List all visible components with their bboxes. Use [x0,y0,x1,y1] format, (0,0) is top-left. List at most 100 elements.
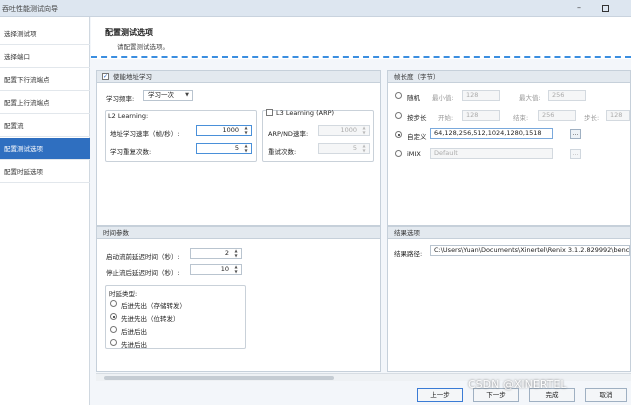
step-end-input[interactable]: 256 [538,110,576,121]
step-start-input[interactable]: 128 [462,110,500,121]
maximize-icon[interactable] [602,5,609,12]
latency-type-title: 时延类型: [109,290,138,298]
spin-arrows-icon[interactable]: ▲ ▼ [242,144,250,153]
address-learning-header: 使能地址学习 [97,71,380,83]
l2-learning-title: L2 Learning: [108,112,149,120]
l3-retry-label: 重试次数: [268,148,297,156]
results-path-value: C:\Users\Yuan\Documents\Xinertel\Renix 3… [434,246,630,254]
custom-radio[interactable] [395,131,402,138]
enable-learning-checkbox[interactable]: ✓ [102,73,109,80]
spin-arrows-icon[interactable]: ▲ ▼ [360,144,368,153]
step-size-value: 128 [610,111,623,119]
step-size-label: 步长: [584,114,600,122]
stop-delay-input[interactable]: 10 ▲ ▼ [190,264,242,275]
results-panel: 结果选项 结果路径: C:\Users\Yuan\Documents\Xiner… [387,226,631,372]
results-path-label: 结果路径: [394,250,423,258]
results-path-input[interactable]: C:\Users\Yuan\Documents\Xinertel\Renix 3… [430,245,630,256]
random-max-input[interactable]: 256 [548,90,586,101]
sidebar: 选择测试项 选择端口 配置下行流端点 配置上行流端点 配置流 配置测试选项 配置… [0,17,90,405]
sidebar-item-latency-options[interactable]: 配置时延选项 [0,161,90,183]
random-max-value: 256 [552,91,565,99]
imix-value: Default [434,149,458,157]
l3-rate-label: ARP/ND速率: [268,130,309,138]
learning-freq-select[interactable]: 学习一次 ▼ [143,90,193,101]
frame-size-title: 帧长度（字节） [394,73,440,81]
imix-label: iMIX [407,150,421,158]
l2-retry-input[interactable]: 5 ▲ ▼ [196,143,252,154]
latency-filo-radio[interactable] [110,339,117,346]
l2-rate-label: 地址学习速率（帧/秒）: [110,130,180,138]
chevron-down-icon: ▼ [185,92,189,98]
learning-freq-value: 学习一次 [148,91,174,99]
l3-learning-checkbox[interactable] [266,109,273,116]
start-delay-input[interactable]: 2 ▲ ▼ [190,248,242,259]
main-content: 配置测试选项 请配置测试选项。 使能地址学习 ✓ 学习频率: 学习一次 ▼ L2… [91,17,631,405]
latency-lifo-store-radio[interactable] [110,300,117,307]
l3-learning-title: L3 Learning (ARP) [276,109,335,117]
spin-arrows-icon[interactable]: ▲ ▼ [360,126,368,135]
watermark: CSDN @XINERTEL [468,378,567,391]
latency-option-label: 先进后出 [121,341,147,349]
custom-label: 自定义 [407,133,427,141]
spin-arrows-icon[interactable]: ▲ ▼ [232,249,240,258]
l2-rate-value: 1000 [222,126,239,134]
latency-fifo-bit-radio[interactable] [110,313,117,320]
page-subtitle: 请配置测试选项。 [117,43,169,51]
custom-sizes-input[interactable]: 64,128,256,512,1024,1280,1518 [430,128,553,139]
sidebar-item-select-port[interactable]: 选择端口 [0,46,90,68]
header-divider [91,56,631,58]
learning-freq-label: 学习频率: [106,95,135,103]
latency-lilo-radio[interactable] [110,326,117,333]
scrollbar-thumb[interactable] [104,376,334,380]
imix-input[interactable]: Default [430,148,553,159]
start-delay-value: 2 [224,249,229,257]
spin-arrows-icon[interactable]: ▲ ▼ [232,265,240,274]
l2-retry-value: 5 [234,144,239,152]
l2-rate-input[interactable]: 1000 ▲ ▼ [196,125,252,136]
custom-browse-button[interactable]: ... [570,129,581,139]
stop-delay-value: 10 [220,265,229,273]
step-end-label: 结束: [513,114,529,122]
address-learning-panel: 使能地址学习 ✓ 学习频率: 学习一次 ▼ L2 Learning: 地址学习速… [96,70,381,226]
imix-browse-button[interactable]: ... [570,149,581,159]
frame-size-header: 帧长度（字节） [388,71,630,83]
l3-retry-value: 5 [352,144,357,152]
step-end-value: 256 [542,111,555,119]
page-header: 配置测试选项 请配置测试选项。 [91,17,631,59]
sidebar-item-upstream-endpoint[interactable]: 配置上行流端点 [0,92,90,114]
step-start-value: 128 [466,111,479,119]
step-radio[interactable] [395,112,402,119]
results-title: 结果选项 [394,229,420,237]
custom-sizes-value: 64,128,256,512,1024,1280,1518 [434,129,542,137]
stop-delay-label: 停止流后延迟时间（秒）: [106,269,180,277]
frame-size-panel: 帧长度（字节） 随机 最小值: 128 最大值: 256 按步长 开始: 128… [387,70,631,226]
latency-option-label: 后进先出（存储转发） [121,302,186,310]
timing-title: 时间参数 [103,229,129,237]
sidebar-item-config-stream[interactable]: 配置流 [0,115,90,137]
sidebar-item-downstream-endpoint[interactable]: 配置下行流端点 [0,69,90,91]
l3-retry-input[interactable]: 5 ▲ ▼ [318,143,370,154]
cancel-button[interactable]: 取消 [585,388,627,402]
minimize-icon[interactable]: – [574,3,584,13]
page-title: 配置测试选项 [105,28,153,37]
imix-radio[interactable] [395,150,402,157]
random-min-value: 128 [466,91,479,99]
prev-button[interactable]: 上一步 [417,388,463,402]
sidebar-item-test-options[interactable]: 配置测试选项 [0,138,90,160]
sidebar-item-select-test[interactable]: 选择测试项 [0,23,90,45]
step-start-label: 开始: [438,114,454,122]
l3-rate-input[interactable]: 1000 ▲ ▼ [318,125,370,136]
l2-retry-label: 学习重复次数: [110,148,152,156]
spin-arrows-icon[interactable]: ▲ ▼ [242,126,250,135]
step-label: 按步长 [407,114,427,122]
timing-panel: 时间参数 启动流前延迟时间（秒）: 2 ▲ ▼ 停止流后延迟时间（秒）: 10 ▲… [96,226,381,372]
title-bar: 吞吐性能测试向导 – [0,0,631,17]
latency-option-label: 后进后出 [121,328,147,336]
random-min-label: 最小值: [432,94,454,102]
timing-header: 时间参数 [97,227,380,239]
step-size-input[interactable]: 128 [606,110,630,121]
random-radio[interactable] [395,92,402,99]
random-min-input[interactable]: 128 [462,90,500,101]
l3-rate-value: 1000 [340,126,357,134]
random-label: 随机 [407,94,420,102]
